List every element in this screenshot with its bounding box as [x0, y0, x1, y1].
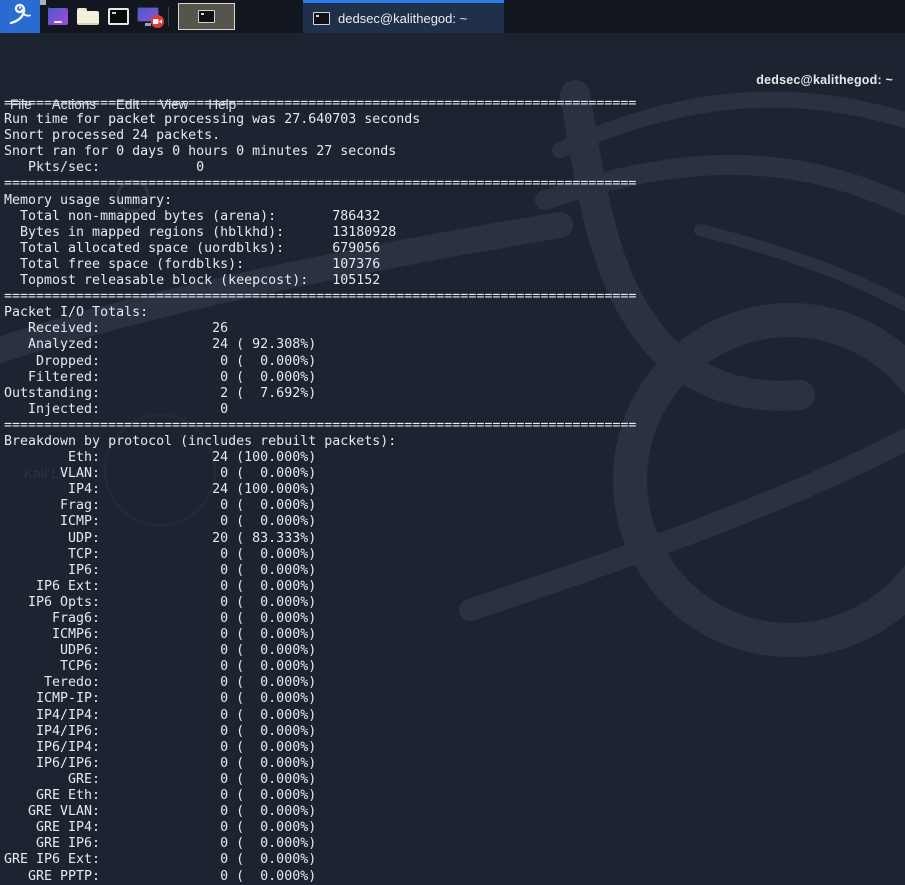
task-button-active-terminal[interactable]: dedsec@kalithegod: ~ — [303, 0, 504, 33]
screen-recorder-icon — [137, 7, 161, 26]
workspace-display-icon — [48, 8, 68, 25]
terminal-icon — [313, 12, 330, 25]
kali-app-menu-button[interactable] — [0, 0, 40, 33]
window-button-inactive[interactable] — [178, 3, 235, 30]
terminal-menubar: File Actions Edit View Help — [10, 97, 236, 112]
terminal-icon — [198, 10, 215, 23]
terminal-launcher[interactable] — [105, 0, 131, 33]
desktop-screen: Kali Linux — [0, 0, 905, 885]
record-badge-icon — [151, 15, 164, 28]
screen-recorder-launcher[interactable] — [135, 0, 163, 33]
menu-file[interactable]: File — [10, 97, 32, 112]
file-manager-folder-icon — [77, 8, 99, 25]
panel-separator — [168, 7, 169, 26]
taskbar-panel: dedsec@kalithegod: ~ — [0, 0, 905, 33]
kali-dragon-icon — [7, 1, 33, 32]
menu-actions[interactable]: Actions — [52, 97, 96, 112]
file-manager-launcher[interactable] — [75, 0, 101, 33]
task-button-label: dedsec@kalithegod: ~ — [338, 11, 467, 26]
menu-help[interactable]: Help — [208, 97, 236, 112]
terminal-window[interactable]: dedsec@kalithegod: ~ File Actions Edit V… — [0, 33, 905, 885]
window-title: dedsec@kalithegod: ~ — [756, 73, 893, 87]
terminal-output-text: ========================================… — [4, 96, 636, 885]
workspace-switcher-button[interactable] — [45, 0, 71, 33]
terminal-icon — [108, 8, 129, 25]
menu-view[interactable]: View — [159, 97, 188, 112]
menu-edit[interactable]: Edit — [116, 97, 139, 112]
